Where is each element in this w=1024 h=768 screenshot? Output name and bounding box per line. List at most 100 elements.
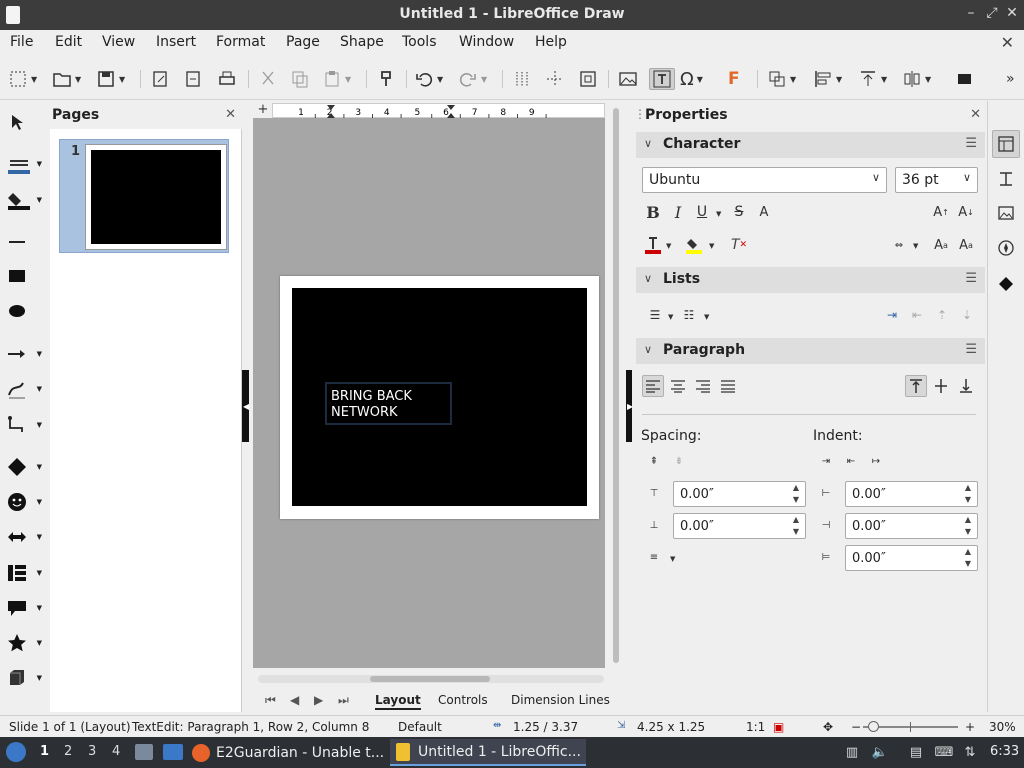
menu-tools[interactable]: Tools	[402, 34, 437, 50]
lines-arrows-icon[interactable]: ▼	[6, 341, 44, 367]
increase-paragraph-spacing-icon[interactable]: ⇞	[643, 450, 665, 472]
lists-more-options-icon[interactable]: ☰	[965, 271, 977, 286]
vertical-scrollbar-thumb[interactable]	[613, 108, 619, 663]
decrease-paragraph-spacing-icon[interactable]: ⇟	[668, 450, 690, 472]
highlight-color-icon[interactable]	[683, 234, 705, 256]
align-right-icon[interactable]	[692, 375, 714, 397]
properties-deck-icon[interactable]	[992, 130, 1020, 158]
before-text-indent-field[interactable]: 0.00″ ▲ ▼	[845, 481, 978, 507]
horizontal-scrollbar[interactable]	[258, 675, 604, 683]
more-toolbar-icon[interactable]: »	[1006, 68, 1015, 90]
arrange-icon[interactable]: ▼	[858, 68, 887, 90]
justify-icon[interactable]	[717, 375, 739, 397]
workspace-1[interactable]: 1	[40, 744, 49, 759]
maximize-button[interactable]: ⤢	[983, 5, 1001, 21]
after-indent-spinner[interactable]: ▲ ▼	[961, 514, 975, 538]
minimize-button[interactable]: –	[962, 5, 980, 21]
connectors-icon[interactable]: ▼	[6, 412, 44, 438]
workspace-4[interactable]: 4	[112, 744, 120, 759]
undo-icon[interactable]: ▼	[414, 68, 443, 90]
page-thumbnail[interactable]	[85, 144, 227, 250]
align-center-icon[interactable]	[667, 375, 689, 397]
file-manager-icon[interactable]	[135, 744, 153, 760]
navigator-deck-icon[interactable]	[992, 234, 1020, 262]
below-spacing-spinner[interactable]: ▲ ▼	[789, 514, 803, 538]
pages-close-icon[interactable]: ✕	[225, 107, 236, 122]
zoom-level[interactable]: 30%	[989, 720, 1016, 734]
zoom-page-icon[interactable]	[578, 68, 598, 90]
zoom-slider-handle[interactable]	[868, 721, 879, 732]
special-character-icon[interactable]: Ω ▼	[680, 68, 703, 90]
menu-view[interactable]: View	[102, 34, 135, 50]
paste-icon[interactable]: ▼	[322, 68, 351, 90]
horizontal-scrollbar-thumb[interactable]	[370, 676, 490, 682]
first-line-indent-field[interactable]: 0.00″ ▲ ▼	[845, 545, 978, 571]
close-window-button[interactable]: ✕	[1003, 5, 1021, 21]
rectangle-icon[interactable]	[6, 263, 44, 289]
insert-image-icon[interactable]	[618, 68, 638, 90]
zoom-pan-icon[interactable]: ▼	[8, 68, 37, 90]
move-down-list-icon[interactable]: ⇣	[956, 304, 978, 326]
move-up-list-icon[interactable]: ⇡	[931, 304, 953, 326]
decrease-indent-list-icon[interactable]: ⇤	[906, 304, 928, 326]
shadow-text-icon[interactable]: A	[753, 201, 775, 223]
pages-panel-splitter[interactable]: ◀	[242, 370, 249, 442]
save-icon[interactable]: ▼	[96, 68, 125, 90]
menu-shape[interactable]: Shape	[340, 34, 384, 50]
stars-icon[interactable]: ▼	[6, 630, 44, 656]
underline-dropdown-icon[interactable]: ▼	[716, 210, 721, 218]
zoom-in-icon[interactable]: +	[965, 720, 975, 734]
task-firefox[interactable]: E2Guardian - Unable t...	[192, 739, 384, 766]
fill-color-icon[interactable]: ▼	[6, 187, 44, 213]
task-libreoffice-draw[interactable]: Untitled 1 - LibreOffic...	[390, 739, 586, 766]
tab-layout[interactable]: Layout	[375, 693, 421, 710]
block-arrows-icon[interactable]: ▼	[6, 524, 44, 550]
fit-page-icon[interactable]: ✥	[823, 720, 833, 734]
ellipse-icon[interactable]	[6, 298, 44, 324]
callouts-icon[interactable]: ▼	[6, 595, 44, 621]
flowchart-icon[interactable]: ▼	[6, 560, 44, 586]
line-tool-icon[interactable]	[6, 228, 44, 254]
above-spacing-spinner[interactable]: ▲ ▼	[789, 482, 803, 506]
decrease-indent-icon[interactable]: ⇤	[840, 450, 862, 472]
ordered-list-dropdown-icon[interactable]: ▼	[704, 313, 709, 321]
increase-indent-list-icon[interactable]: ⇥	[881, 304, 903, 326]
open-icon[interactable]: ▼	[52, 68, 81, 90]
helplines-icon[interactable]	[545, 68, 565, 90]
gallery-deck-icon[interactable]	[992, 199, 1020, 227]
horizontal-ruler[interactable]: 123456789	[272, 103, 605, 118]
export-icon[interactable]	[150, 68, 170, 90]
menu-window[interactable]: Window	[459, 34, 514, 50]
curves-icon[interactable]: ▼	[6, 376, 44, 402]
vertical-scrollbar[interactable]	[610, 108, 622, 668]
print-icon[interactable]	[217, 68, 237, 90]
clear-formatting-icon[interactable]: T ✕	[728, 234, 750, 256]
line-color-icon[interactable]: ▼	[6, 151, 44, 177]
paragraph-more-options-icon[interactable]: ☰	[965, 342, 977, 357]
font-size-combo[interactable]: 36 pt ∨	[895, 167, 978, 193]
bold-icon[interactable]: B	[642, 201, 664, 223]
3d-objects-icon[interactable]: ▼	[6, 665, 44, 691]
shapes-deck-icon[interactable]	[992, 270, 1020, 298]
unordered-list-icon[interactable]: ☰	[644, 304, 666, 326]
character-spacing-dropdown-icon[interactable]: ▼	[913, 242, 918, 250]
character-section-header[interactable]: ∨ Character ☰	[636, 132, 985, 158]
shadow-icon[interactable]	[955, 68, 975, 90]
zoom-slider[interactable]	[863, 721, 958, 732]
underline-icon[interactable]: U	[691, 201, 713, 223]
lists-section-header[interactable]: ∨ Lists ☰	[636, 267, 985, 293]
basic-shapes-icon[interactable]: ▼	[6, 454, 44, 480]
highlight-color-dropdown-icon[interactable]: ▼	[709, 242, 714, 250]
insert-text-box-icon[interactable]	[649, 68, 675, 90]
volume-icon[interactable]: 🔈	[871, 743, 889, 761]
paragraph-section-header[interactable]: ∨ Paragraph ☰	[636, 338, 985, 364]
increase-font-icon[interactable]: A ↑	[930, 201, 952, 223]
superscript-icon[interactable]: Aa	[930, 234, 952, 256]
distribute-icon[interactable]: ▼	[902, 68, 931, 90]
close-document-icon[interactable]: ✕	[1001, 33, 1014, 52]
menu-insert[interactable]: Insert	[156, 34, 196, 50]
sidebar-close-icon[interactable]: ✕	[970, 107, 981, 122]
center-vertical-icon[interactable]	[930, 375, 952, 397]
decrease-font-icon[interactable]: A ↓	[955, 201, 977, 223]
document-modified-icon[interactable]: ▣	[773, 720, 784, 734]
